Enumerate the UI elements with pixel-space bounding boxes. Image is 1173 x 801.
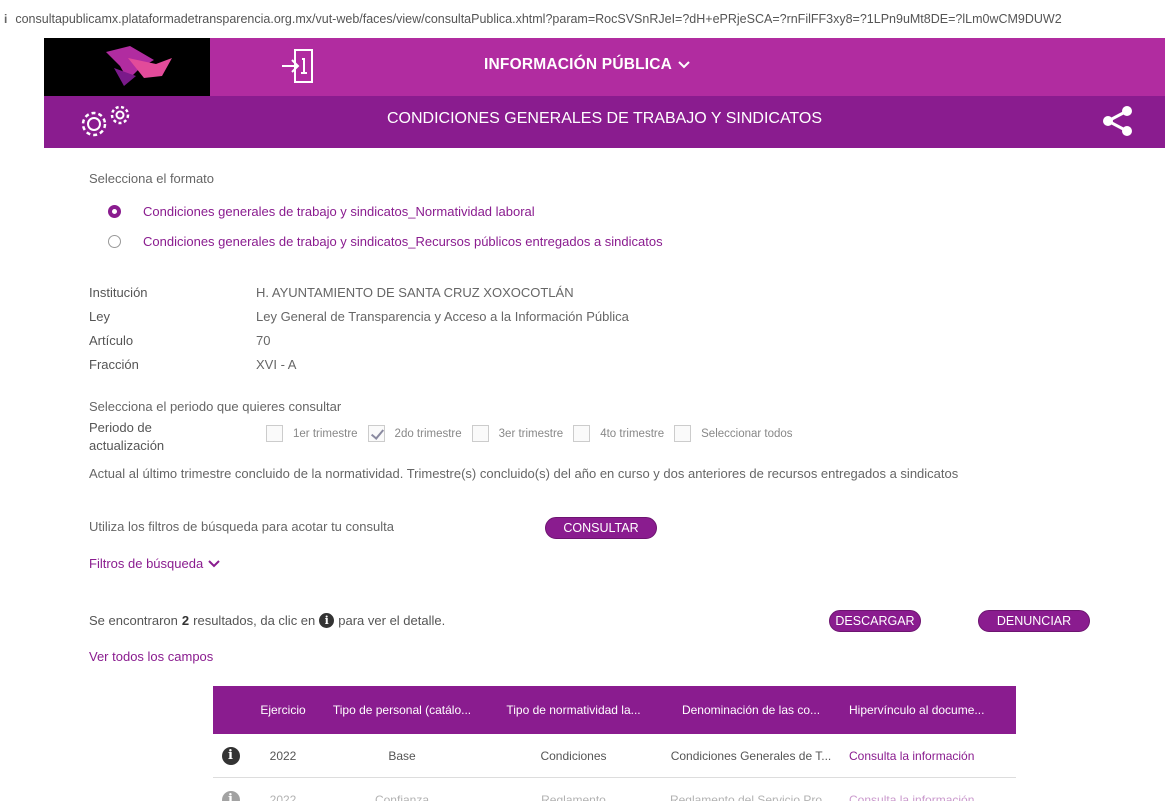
detail-ley: Ley Ley General de Transparencia y Acces… <box>89 309 629 324</box>
detail-fraccion: Fracción XVI - A <box>89 357 296 372</box>
filters-toggle-label[interactable]: Filtros de búsqueda <box>89 556 203 571</box>
ver-todos-campos-link[interactable]: Ver todos los campos <box>89 649 213 664</box>
logo-graphic <box>106 46 172 86</box>
table-row: i 2022 Base Condiciones Condiciones Gene… <box>213 734 1016 778</box>
results-suffix: para ver el detalle. <box>338 613 446 628</box>
results-middle: resultados, da clic en <box>193 613 316 628</box>
info-icon[interactable]: i <box>221 746 240 765</box>
column-header[interactable]: Denominación de las co... <box>661 703 841 717</box>
filters-toggle[interactable]: Filtros de búsqueda <box>89 556 220 571</box>
consultar-button[interactable]: CONSULTAR <box>545 517 657 539</box>
format-option-label[interactable]: Condiciones generales de trabajo y sindi… <box>143 234 663 249</box>
table-cell: Condiciones Generales de T... <box>670 748 832 763</box>
page-title: CONDICIONES GENERALES DE TRABAJO Y SINDI… <box>386 110 823 127</box>
chevron-down-icon <box>678 61 690 69</box>
table-cell: Reglamento <box>541 792 606 801</box>
period-note: Actual al último trimestre concluido de … <box>89 466 959 481</box>
site-logo[interactable] <box>44 38 210 96</box>
descargar-button[interactable]: DESCARGAR <box>829 610 921 632</box>
column-header[interactable]: Ejercicio <box>248 703 318 717</box>
format-option-normatividad[interactable]: Condiciones generales de trabajo y sindi… <box>108 204 535 219</box>
table-cell: 2022 <box>269 748 297 763</box>
chevron-down-icon <box>208 559 220 567</box>
table-header: Ejercicio Tipo de personal (catálo... Ti… <box>213 686 1016 734</box>
detail-key: Ley <box>89 309 110 324</box>
checkbox-4to-trimestre[interactable] <box>573 425 591 442</box>
document-link[interactable]: Consulta la información <box>841 749 1016 763</box>
column-header[interactable]: Tipo de personal (catálo... <box>318 703 486 717</box>
filters-hint: Utiliza los filtros de búsqueda para aco… <box>89 519 394 534</box>
table-cell: Condiciones <box>540 748 607 763</box>
checkbox-label[interactable]: 2do trimestre <box>395 428 462 440</box>
share-icon[interactable] <box>1101 104 1135 143</box>
section-header: CONDICIONES GENERALES DE TRABAJO Y SINDI… <box>44 96 1165 148</box>
checkbox-label[interactable]: 4to trimestre <box>600 428 664 440</box>
period-label: Periodo de actualización <box>89 420 165 453</box>
detail-articulo: Artículo 70 <box>89 333 270 348</box>
url-text: consultapublicamx.plataformadetransparen… <box>15 12 1062 26</box>
detail-value: XVI - A <box>256 357 297 372</box>
denunciar-button[interactable]: DENUNCIAR <box>978 610 1090 632</box>
checkbox-1er-trimestre[interactable] <box>266 425 283 442</box>
checkbox-2do-trimestre[interactable] <box>367 425 385 442</box>
document-link[interactable]: Consulta la información <box>841 793 1016 801</box>
column-header[interactable]: Hipervínculo al docume... <box>841 703 1016 717</box>
period-title: Selecciona el periodo que quieres consul… <box>89 399 342 414</box>
checkbox-seleccionar-todos[interactable] <box>674 425 692 442</box>
period-options: 1er trimestre 2do trimestre 3er trimestr… <box>266 425 803 442</box>
table-cell: Base <box>388 748 416 763</box>
checkbox-label[interactable]: Seleccionar todos <box>701 428 792 440</box>
table-cell: Confianza <box>374 792 430 801</box>
top-navbar: INFORMACIÓN PÚBLICA <box>44 38 1165 96</box>
table-row: i 2022 Confianza Reglamento Reglamento d… <box>213 778 1016 801</box>
radio-unselected[interactable] <box>108 235 121 248</box>
results-summary: Se encontraron 2 resultados, da clic en … <box>89 613 445 628</box>
site-info-icon[interactable]: i <box>4 12 7 26</box>
format-title: Selecciona el formato <box>89 171 215 186</box>
checkbox-3er-trimestre[interactable] <box>471 425 489 442</box>
detail-key: Fracción <box>89 357 139 372</box>
detail-institucion: Institución H. AYUNTAMIENTO DE SANTA CRU… <box>89 285 574 300</box>
format-option-label[interactable]: Condiciones generales de trabajo y sindi… <box>143 204 535 219</box>
login-icon[interactable] <box>278 47 318 92</box>
column-header[interactable]: Tipo de normatividad la... <box>486 703 661 717</box>
checkbox-label[interactable]: 3er trimestre <box>499 428 564 440</box>
table-cell: 2022 <box>269 792 297 801</box>
results-count: 2 <box>181 613 190 628</box>
detail-value: 70 <box>256 333 271 348</box>
detail-key: Institución <box>89 285 148 300</box>
info-icon: i <box>319 613 335 628</box>
nav-informacion-publica-label: INFORMACIÓN PÚBLICA <box>484 56 673 73</box>
results-table: Ejercicio Tipo de personal (catálo... Ti… <box>213 686 1016 801</box>
table-cell: Reglamento del Servicio Pro... <box>669 792 833 801</box>
checkbox-label[interactable]: 1er trimestre <box>293 428 358 440</box>
info-icon[interactable]: i <box>221 790 240 801</box>
detail-value: Ley General de Transparencia y Acceso a … <box>256 309 629 324</box>
address-bar[interactable]: i consultapublicamx.plataformadetranspar… <box>0 0 1173 38</box>
results-prefix: Se encontraron <box>89 613 178 628</box>
nav-informacion-publica[interactable]: INFORMACIÓN PÚBLICA <box>484 56 690 74</box>
detail-key: Artículo <box>89 333 134 348</box>
format-option-recursos[interactable]: Condiciones generales de trabajo y sindi… <box>108 234 663 249</box>
detail-value: H. AYUNTAMIENTO DE SANTA CRUZ XOXOCOTLÁN <box>256 285 574 300</box>
radio-selected[interactable] <box>108 205 121 218</box>
